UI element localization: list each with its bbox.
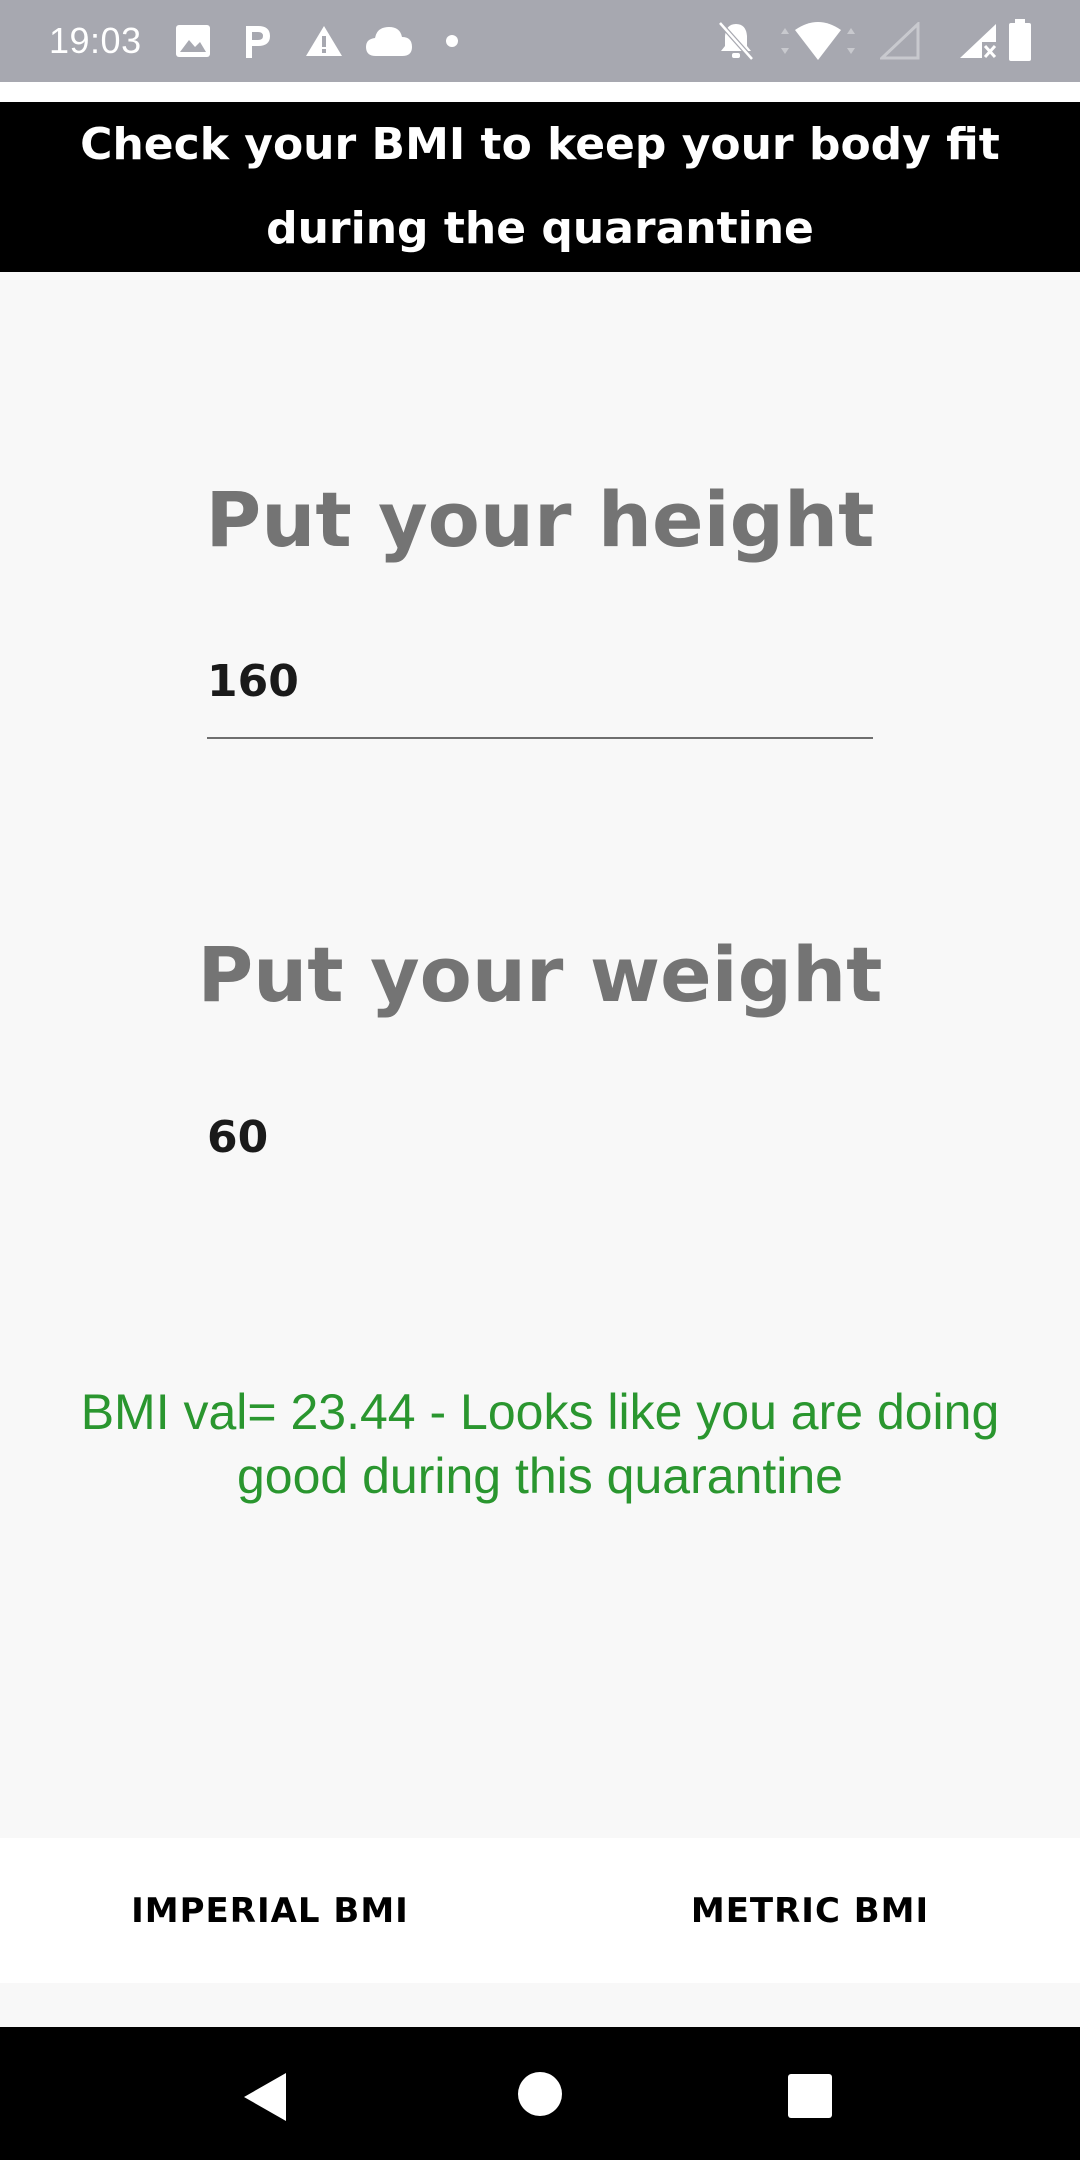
notifications-off-icon xyxy=(718,21,754,61)
status-bar: 19:03 xyxy=(0,0,1080,82)
parking-icon xyxy=(246,26,270,58)
header-banner: Check your BMI to keep your body fit dur… xyxy=(0,102,1080,272)
cloud-icon xyxy=(366,27,412,56)
tab-imperial-bmi[interactable]: IMPERIAL BMI xyxy=(0,1838,540,1983)
warning-icon xyxy=(306,26,342,56)
status-time: 19:03 xyxy=(49,20,142,61)
system-nav-bar xyxy=(0,2027,1080,2160)
signal-x-icon xyxy=(960,24,997,59)
signal-empty-icon xyxy=(880,22,920,60)
recents-icon[interactable] xyxy=(787,2073,833,2119)
header-title-line1: Check your BMI to keep your body fit xyxy=(80,119,1000,170)
back-icon[interactable] xyxy=(240,2069,290,2125)
weight-field[interactable]: 60 xyxy=(207,1106,873,1206)
weight-input[interactable]: 60 xyxy=(207,1112,873,1182)
home-icon[interactable] xyxy=(517,2071,563,2117)
dot-icon xyxy=(446,35,458,47)
battery-icon xyxy=(1009,19,1031,61)
weight-title: Put your weight xyxy=(197,930,883,1019)
height-input[interactable]: 160 xyxy=(207,656,873,726)
image-icon xyxy=(176,25,210,57)
header-top-strip xyxy=(0,82,1080,102)
bmi-mode-tabs: IMPERIAL BMI METRIC BMI xyxy=(0,1838,1080,1983)
height-input-underline xyxy=(207,737,873,739)
header-title: Check your BMI to keep your body fit dur… xyxy=(60,103,1020,271)
bmi-result: BMI val= 23.44 - Looks like you are doin… xyxy=(80,1384,1000,1504)
header-title-line2: during the quarantine xyxy=(266,203,814,254)
wifi-icon xyxy=(781,22,855,60)
tab-metric-bmi[interactable]: METRIC BMI xyxy=(540,1838,1080,1983)
height-title: Put your height xyxy=(205,475,875,564)
height-field[interactable]: 160 xyxy=(207,650,873,750)
